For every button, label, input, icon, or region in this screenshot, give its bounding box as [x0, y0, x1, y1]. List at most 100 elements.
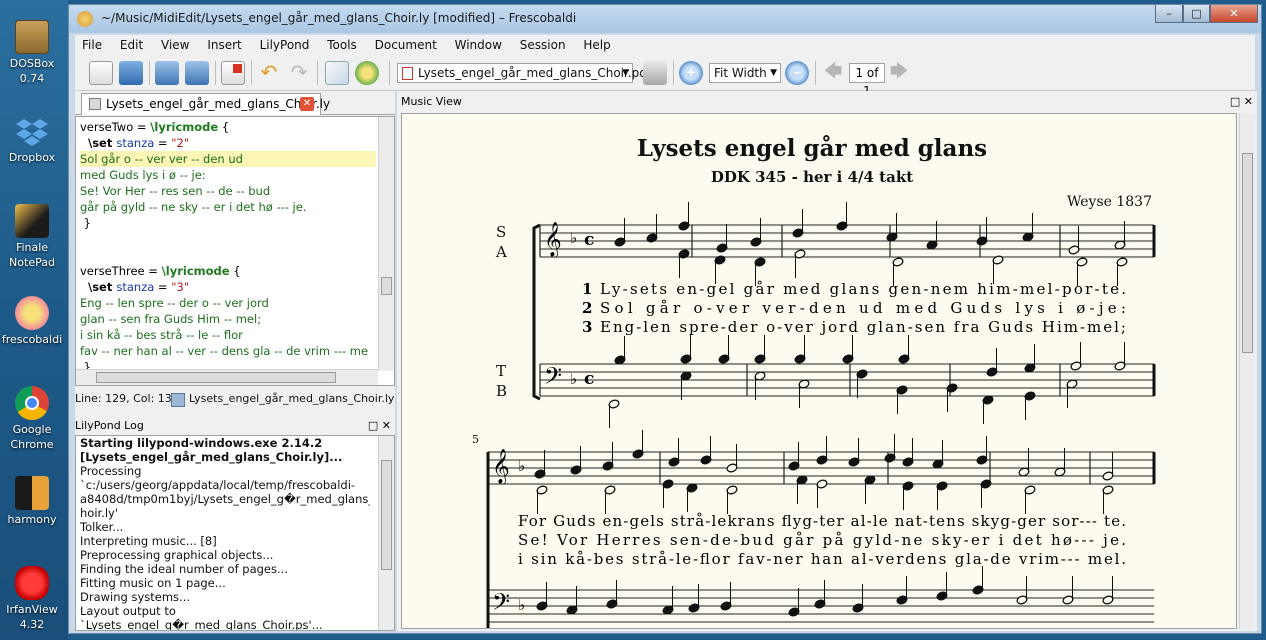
chrome-icon — [15, 386, 49, 420]
document-tab[interactable]: Lysets_engel_går_med_glans_Choir.ly ✕ — [81, 93, 330, 115]
code-line[interactable]: Se! Vor Her -- res sen -- de -- bud — [80, 183, 376, 199]
maximize-button[interactable]: □ — [1183, 5, 1210, 23]
code-line[interactable]: } — [80, 359, 376, 369]
code-token: fav -- ner han al -- ver -- dens gla -- … — [80, 344, 369, 358]
menu-file[interactable]: File — [75, 35, 109, 52]
undo-icon[interactable]: ↶ — [257, 61, 281, 85]
code-line[interactable]: verseTwo = \lyricmode { — [80, 119, 376, 135]
lyric-line: Sol går o-ver ver-den ud med Guds lys i … — [600, 299, 1126, 317]
desktop-icon-irfanview[interactable]: IrfanView 4.32 — [0, 566, 64, 632]
code-line[interactable]: } — [80, 215, 376, 231]
pdf-document-select[interactable]: Lysets_engel_går_med_glans_Choir.pdf ▼ — [397, 63, 651, 83]
log-line: a8408d/tmp0m1byj/Lysets_engel_g�r_med_gl… — [80, 492, 370, 506]
new-document-icon[interactable] — [89, 61, 113, 85]
code-line[interactable]: fav -- ner han al -- ver -- dens gla -- … — [80, 343, 376, 359]
toolbar-separator — [673, 61, 674, 85]
editor-vertical-scrollbar[interactable] — [378, 117, 394, 371]
log-panel-header: LilyPond Log □ ✕ — [75, 417, 395, 435]
log-line: `c:/users/georg/appdata/local/temp/fresc… — [80, 478, 356, 492]
panel-controls[interactable]: □ ✕ — [1230, 93, 1253, 111]
code-token: i sin kå -- bes strå -- le -- flor — [80, 328, 243, 342]
zoom-value: Fit Width — [714, 66, 767, 80]
code-line[interactable]: går på gyld -- ne sky -- er i det hø ---… — [80, 199, 376, 215]
desktop-icon-frescobaldi[interactable]: frescobaldi — [0, 296, 64, 347]
desktop-icon-label: frescobaldi — [1, 333, 63, 346]
code-line[interactable]: \set stanza = "2" — [80, 135, 376, 151]
code-text[interactable]: verseTwo = \lyricmode { \set stanza = "2… — [80, 119, 376, 369]
code-line[interactable] — [80, 247, 376, 263]
open-folder-icon[interactable] — [119, 61, 143, 85]
scrollbar-thumb[interactable] — [96, 372, 336, 383]
code-token: Sol går o -- ver ver -- den ud — [80, 152, 243, 166]
code-token: { — [229, 264, 241, 278]
code-line[interactable]: \set stanza = "3" — [80, 279, 376, 295]
code-editor[interactable]: verseTwo = \lyricmode { \set stanza = "2… — [75, 116, 395, 386]
code-line[interactable]: glan -- sen fra Guds Him -- mel; — [80, 311, 376, 327]
redo-icon[interactable]: ↷ — [287, 61, 311, 85]
toolbar-separator — [815, 61, 816, 85]
previous-page-icon[interactable]: 🡄 — [821, 61, 845, 85]
measure-number: 5 — [472, 433, 479, 446]
edit-pen-icon[interactable] — [325, 61, 349, 85]
save-icon[interactable] — [155, 61, 179, 85]
zoom-in-icon[interactable]: + — [679, 61, 703, 85]
zoom-out-icon[interactable]: – — [785, 61, 809, 85]
editor-horizontal-scrollbar[interactable] — [76, 369, 378, 385]
save-as-icon[interactable] — [185, 61, 209, 85]
lyric-line: Eng-len spre-der o-ver jord glan-sen fra… — [600, 318, 1126, 336]
menu-window[interactable]: Window — [448, 35, 509, 52]
menu-bar: File Edit View Insert LilyPond Tools Doc… — [75, 35, 1255, 55]
log-line: Layout output to — [80, 604, 176, 618]
scrollbar-thumb[interactable] — [381, 460, 392, 570]
menu-document[interactable]: Document — [368, 35, 444, 52]
toolbar-separator — [317, 61, 318, 85]
menu-view[interactable]: View — [154, 35, 196, 52]
close-document-icon[interactable] — [221, 61, 245, 85]
score-page[interactable]: Lysets engel går med glans DDK 345 - her… — [401, 113, 1237, 629]
bass-clef-icon: 𝄢 — [544, 362, 562, 395]
desktop-icon-harmony[interactable]: harmony — [0, 476, 64, 527]
log-line: Finding the ideal number of pages... — [80, 562, 288, 576]
frescobaldi-app-icon — [77, 11, 93, 27]
run-lilypond-icon[interactable] — [355, 61, 379, 85]
code-line[interactable]: verseThree = \lyricmode { — [80, 263, 376, 279]
title-bar[interactable]: ~/Music/MidiEdit/Lysets_engel_går_med_gl… — [69, 5, 1261, 33]
panel-controls[interactable]: □ ✕ — [368, 417, 391, 435]
menu-help[interactable]: Help — [576, 35, 617, 52]
scrollbar-thumb[interactable] — [1242, 153, 1253, 353]
flat-icon: ♭ — [570, 370, 577, 388]
pdf-document-name: Lysets_engel_går_med_glans_Choir.pdf — [418, 66, 652, 80]
menu-edit[interactable]: Edit — [113, 35, 150, 52]
page-number-field[interactable]: 1 of 1 — [849, 63, 885, 98]
log-vertical-scrollbar[interactable] — [378, 436, 394, 630]
menu-tools[interactable]: Tools — [320, 35, 364, 52]
menu-insert[interactable]: Insert — [200, 35, 248, 52]
desktop-icon-finale[interactable]: Finale NotePad — [0, 204, 64, 270]
print-icon[interactable] — [643, 61, 667, 85]
close-window-button[interactable]: ✕ — [1210, 5, 1258, 23]
dropbox-icon — [15, 114, 49, 148]
music-view-scrollbar[interactable] — [1239, 113, 1255, 629]
code-line[interactable] — [80, 231, 376, 247]
lyric-line: i sin kå-bes strå-le-flor fav-ner han al… — [518, 550, 1126, 568]
code-line[interactable]: med Guds lys i ø -- je: — [80, 167, 376, 183]
score-subtitle: DDK 345 - her i 4/4 takt — [711, 168, 913, 186]
minimize-button[interactable]: – — [1155, 5, 1183, 23]
desktop-icon-dropbox[interactable]: Dropbox — [0, 114, 64, 165]
desktop-icon-chrome[interactable]: Google Chrome — [0, 386, 64, 452]
zoom-select[interactable]: Fit Width ▼ — [709, 63, 781, 83]
code-line[interactable]: Eng -- len spre -- der o -- ver jord — [80, 295, 376, 311]
desktop-icon-dosbox[interactable]: DOSBox 0.74 — [0, 20, 64, 86]
desktop-icon-label: DOSBox 0.74 — [9, 57, 55, 85]
next-page-icon[interactable]: 🡆 — [887, 61, 911, 85]
code-line[interactable]: Sol går o -- ver ver -- den ud — [80, 151, 376, 167]
scrollbar-thumb[interactable] — [381, 277, 392, 295]
menu-session[interactable]: Session — [513, 35, 573, 52]
status-filename: Lysets_engel_går_med_glans_Choir.ly — [171, 389, 394, 409]
code-line[interactable]: i sin kå -- bes strå -- le -- flor — [80, 327, 376, 343]
lyric-line: Se! Vor Herres sen-de-bud går på gyld-ne… — [518, 531, 1126, 549]
close-tab-icon[interactable]: ✕ — [300, 97, 314, 111]
verse-number: 1 — [582, 280, 592, 298]
menu-lilypond[interactable]: LilyPond — [253, 35, 317, 52]
toolbar-separator — [251, 61, 252, 85]
